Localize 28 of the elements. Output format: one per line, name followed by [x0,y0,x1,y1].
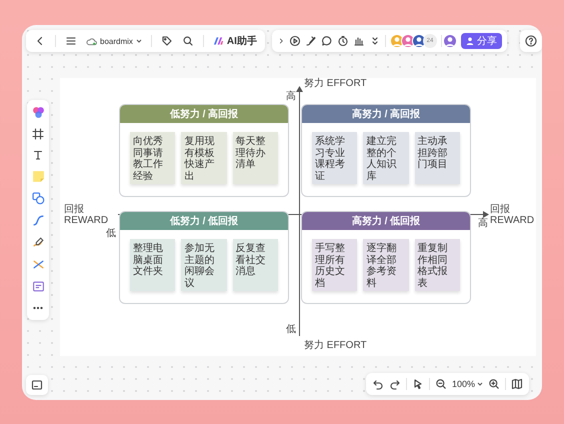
sticky-note[interactable]: 反复查看社交消息 [232,239,278,291]
quadrant-title: 高努力 / 低回报 [302,212,470,230]
sticky-note[interactable]: 每天整理待办清单 [232,132,278,184]
sticky-note[interactable]: 建立完整的个人知识库 [363,132,409,184]
sticky-note[interactable]: 整理电脑桌面文件夹 [130,239,176,291]
sticky-note[interactable]: 向优秀同事请教工作经验 [130,132,176,184]
sticky-note[interactable]: 逐字翻译全部参考资料 [363,239,409,291]
axis-label: 回报 REWARD [490,204,534,226]
share-button[interactable]: 分享 [461,33,502,49]
quadrant-title: 高努力 / 高回报 [302,105,470,123]
axis-end-label: 高 [478,218,488,229]
axis-end-label: 低 [106,228,116,239]
zoom-level-dropdown[interactable]: 100% [452,379,484,389]
axis-end-label: 高 [286,91,296,102]
sticky-note[interactable]: 复用现有模板快速产出 [181,132,227,184]
axis-end-label: 低 [286,324,296,335]
file-menu[interactable]: boardmix [86,36,142,46]
sticky-note[interactable]: 重复制作相同格式报表 [414,239,460,291]
sticky-note[interactable]: 参加无主题的闲聊会议 [181,239,227,291]
quadrant-title: 低努力 / 高回报 [120,105,288,123]
axis-label: 努力 EFFORT [304,78,367,89]
axis-label: 回报 REWARD [64,204,110,226]
quadrant-title: 低努力 / 低回报 [120,212,288,230]
sticky-note[interactable]: 手写整理所有历史文档 [312,239,358,291]
axis-label: 努力 EFFORT [304,340,367,351]
sticky-note[interactable]: 系统学习专业课程考证 [312,132,358,184]
ai-assistant-button[interactable]: AI助手 [212,34,257,48]
sticky-note[interactable]: 主动承担跨部门项目 [414,132,460,184]
